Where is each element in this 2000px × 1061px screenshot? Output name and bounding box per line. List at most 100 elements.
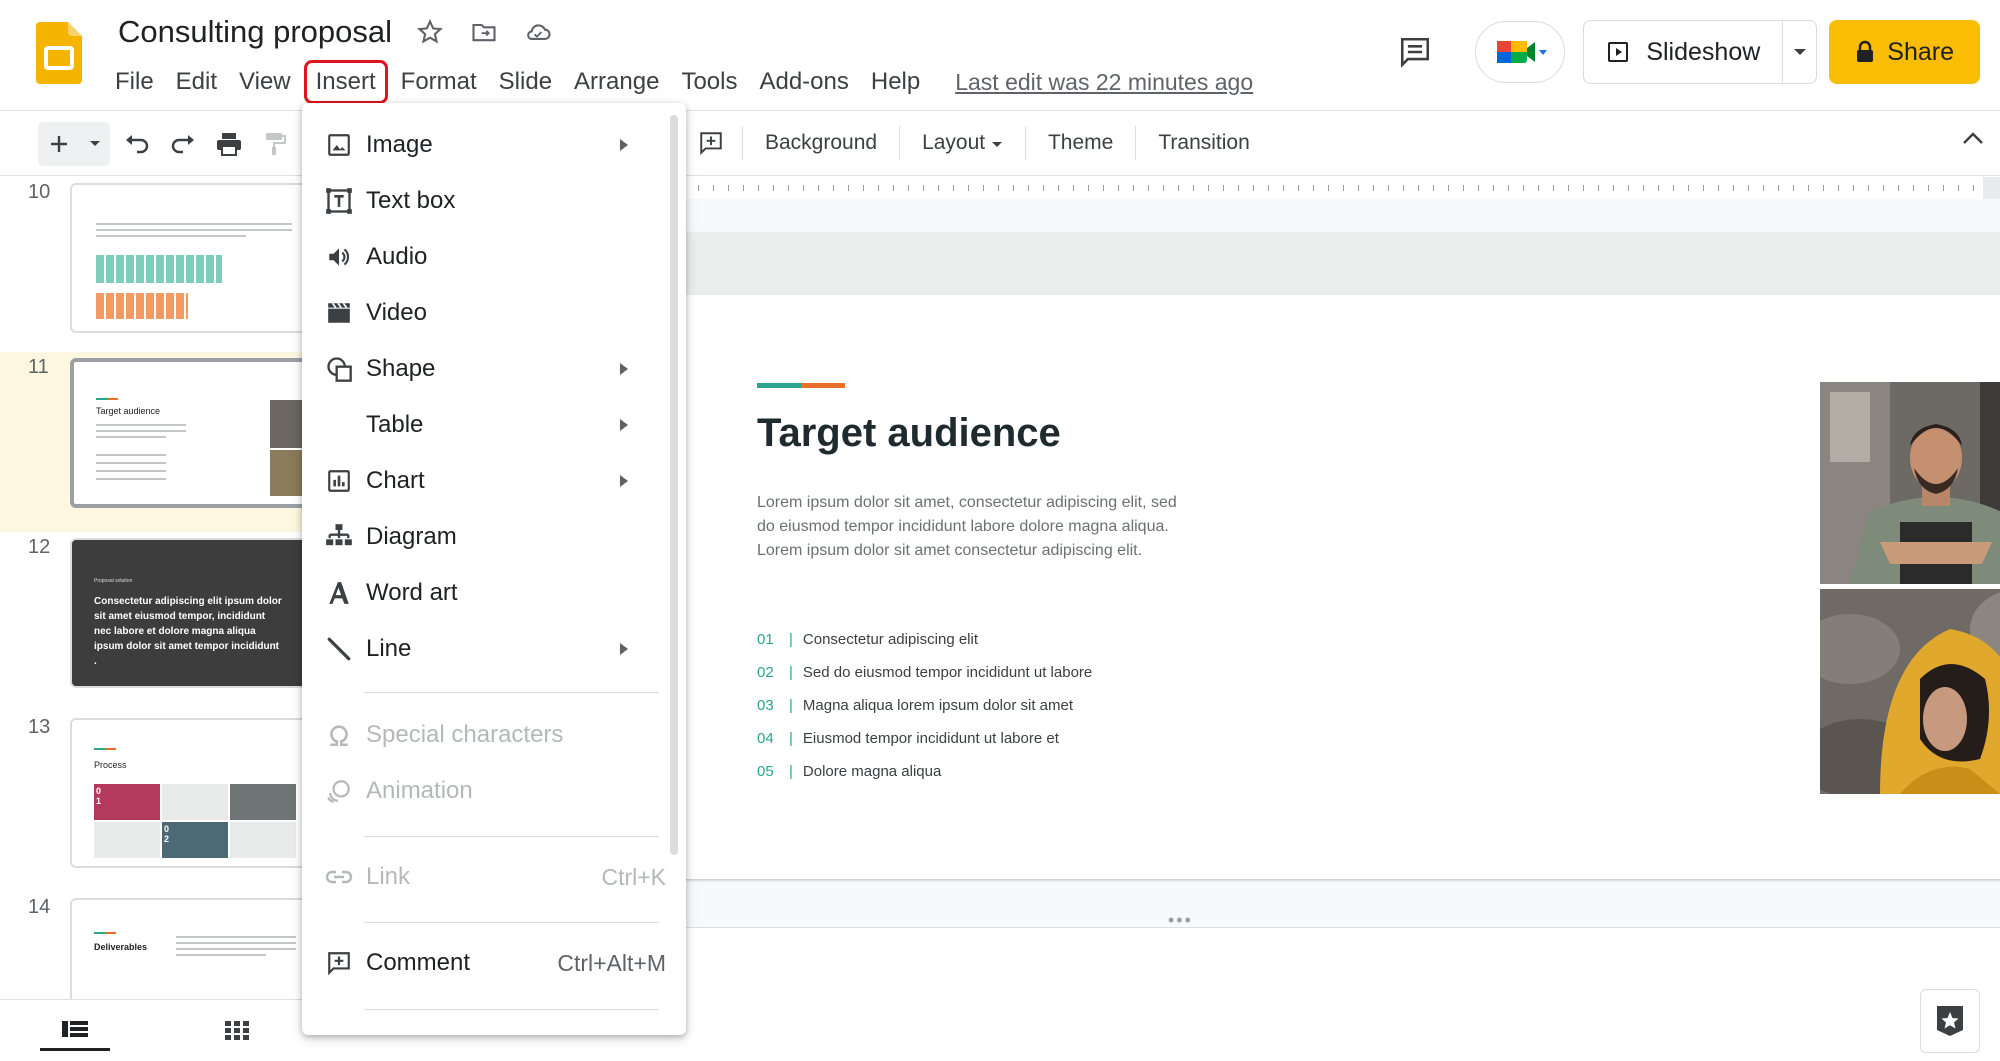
background-button[interactable]: Background: [755, 131, 887, 155]
menu-item-table[interactable]: Table: [302, 397, 666, 453]
print-button[interactable]: [210, 123, 248, 165]
thumb-step-number: 0 1: [96, 786, 102, 806]
menu-item-label: Text box: [366, 187, 456, 214]
thumb-accent: [94, 748, 116, 750]
grid-view-button[interactable]: [202, 1011, 272, 1051]
slide-thumbnail[interactable]: Target audience: [70, 358, 310, 508]
menu-item-text-box[interactable]: Text box: [302, 173, 666, 229]
list-text: Eiusmod tempor incididunt ut labore et: [802, 730, 1059, 747]
menu-arrange[interactable]: Arrange: [563, 62, 670, 102]
menu-item-shape[interactable]: Shape: [302, 341, 666, 397]
paint-format-button[interactable]: [256, 123, 294, 165]
menu-item-chart[interactable]: Chart: [302, 453, 666, 509]
thumb-text-line: [96, 235, 246, 237]
omega-icon: [324, 720, 354, 750]
move-folder-icon[interactable]: [466, 14, 502, 50]
list-number: 05: [757, 763, 774, 780]
menu-insert[interactable]: Insert: [303, 60, 388, 104]
slides-app: Consulting proposal File Edit View Inser…: [0, 0, 2000, 1061]
filmstrip-view-button[interactable]: [40, 1011, 110, 1051]
slide-numbered-list[interactable]: 01 | Consectetur adipiscing elit 02 | Sed do…: [757, 631, 1092, 796]
menu-file[interactable]: File: [104, 62, 165, 102]
menu-item-image[interactable]: Image: [302, 117, 666, 173]
theme-button[interactable]: Theme: [1038, 131, 1123, 155]
slideshow-button[interactable]: Slideshow: [1584, 21, 1782, 83]
menu-separator: [364, 836, 659, 837]
slide-title[interactable]: Target audience: [757, 411, 1061, 456]
menu-edit[interactable]: Edit: [165, 62, 228, 102]
explore-button[interactable]: [1920, 989, 1980, 1053]
slides-logo-icon[interactable]: [36, 22, 82, 84]
comment-icon: [324, 948, 354, 978]
menu-item-diagram[interactable]: Diagram: [302, 509, 666, 565]
document-title[interactable]: Consulting proposal: [118, 14, 392, 50]
thumb-step-number: 0 2: [164, 824, 170, 844]
menu-item-audio[interactable]: Audio: [302, 229, 666, 285]
menu-add-ons[interactable]: Add-ons: [748, 62, 859, 102]
comment-history-button[interactable]: [1387, 24, 1443, 80]
new-slide-button[interactable]: [38, 122, 110, 166]
accent-bar-orange: [801, 383, 845, 388]
undo-button[interactable]: [118, 123, 156, 165]
cloud-saved-icon[interactable]: [520, 14, 556, 50]
slide-thumbnail[interactable]: Process 0 1 0 2: [70, 718, 310, 868]
slide-thumbnail[interactable]: Proposal solution Consectetur adipiscing…: [70, 538, 310, 688]
slide-body-text[interactable]: Lorem ipsum dolor sit amet, consectetur …: [757, 491, 1177, 563]
thumb-bar-chart: [96, 293, 188, 319]
menu-item-word-art[interactable]: Word art: [302, 565, 666, 621]
thumb-photo: [162, 822, 228, 858]
menu-tools[interactable]: Tools: [670, 62, 748, 102]
meet-button[interactable]: [1475, 21, 1566, 83]
thumb-text-line: [96, 436, 166, 438]
slide-number: 12: [28, 536, 51, 558]
current-slide[interactable]: Target audience Lorem ipsum dolor sit am…: [683, 233, 2000, 879]
chevron-up-icon[interactable]: [1962, 131, 1984, 145]
layout-button[interactable]: Layout: [912, 131, 1013, 155]
slide-number: 10: [28, 181, 51, 203]
last-edit-link[interactable]: Last edit was 22 minutes ago: [955, 69, 1253, 96]
slide-thumbnail[interactable]: [70, 183, 310, 333]
list-item: 03 | Magna aliqua lorem ipsum dolor sit am…: [757, 697, 1092, 730]
ruler-end: [1983, 177, 2000, 199]
thumb-text-line: [96, 430, 186, 432]
menu-item-line[interactable]: Line: [302, 621, 666, 677]
list-text: Sed do eiusmod tempor incididunt ut labo…: [802, 664, 1093, 681]
submenu-arrow-icon: [620, 363, 628, 375]
slide-header-band: [683, 233, 2000, 295]
slideshow-label: Slideshow: [1646, 37, 1761, 66]
menu-bar: File Edit View Insert Format Slide Arran…: [104, 60, 1253, 104]
list-text: Magna aliqua lorem ipsum dolor sit amet: [802, 697, 1074, 714]
add-comment-icon: [700, 132, 722, 156]
menu-item-comment[interactable]: Comment Ctrl+Alt+M: [302, 935, 666, 991]
menu-item-special-characters[interactable]: Special characters: [302, 707, 666, 763]
add-comment-button[interactable]: [692, 122, 730, 164]
photo-woman-hood[interactable]: [1820, 589, 2000, 794]
menu-view[interactable]: View: [228, 62, 302, 102]
menu-slide[interactable]: Slide: [488, 62, 563, 102]
star-icon[interactable]: [412, 14, 448, 50]
toolbar-divider: [899, 126, 901, 160]
menu-item-video[interactable]: Video: [302, 285, 666, 341]
menu-item-animation[interactable]: Animation: [302, 763, 666, 819]
chart-icon: [324, 466, 354, 496]
menu-help[interactable]: Help: [860, 62, 931, 102]
menu-item-label: Image: [366, 131, 433, 158]
menu-item-label: Diagram: [366, 523, 457, 550]
share-button[interactable]: Share: [1829, 20, 1980, 84]
menu-format[interactable]: Format: [390, 62, 488, 102]
menu-item-label: Video: [366, 299, 427, 326]
slideshow-options-button[interactable]: [1782, 21, 1816, 83]
chevron-down-icon: [991, 142, 1002, 147]
photo-man-apron[interactable]: [1820, 382, 2000, 584]
thumb-card: [94, 822, 160, 858]
image-icon: [324, 130, 354, 160]
menu-item-shortcut: Ctrl+K: [601, 863, 666, 890]
thumb-card: [230, 822, 296, 858]
line-icon: [324, 634, 354, 664]
list-item: 02 | Sed do eiusmod tempor incididunt ut l…: [757, 664, 1092, 697]
menu-scrollbar[interactable]: [670, 115, 678, 855]
menu-item-label: Chart: [366, 467, 425, 494]
transition-button[interactable]: Transition: [1148, 131, 1259, 155]
menu-item-link[interactable]: Link Ctrl+K: [302, 849, 666, 905]
redo-button[interactable]: [164, 123, 202, 165]
